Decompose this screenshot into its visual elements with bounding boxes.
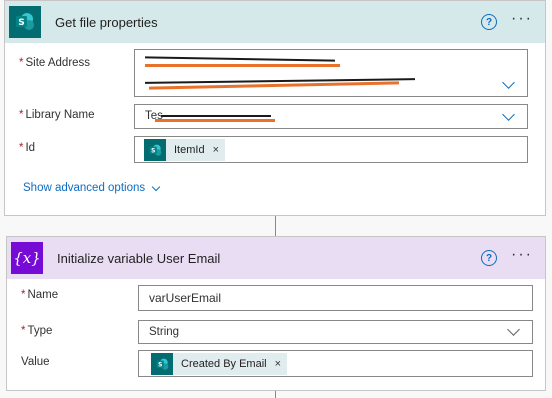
- card-header[interactable]: S Get file properties ? ···: [5, 1, 545, 43]
- dynamic-content-token[interactable]: S ItemId ×: [144, 139, 226, 161]
- action-title[interactable]: Initialize variable User Email: [57, 251, 220, 266]
- help-icon[interactable]: ?: [481, 250, 498, 266]
- chevron-down-icon[interactable]: [502, 76, 515, 89]
- sharepoint-icon: S: [151, 353, 173, 375]
- redaction-mark: [155, 119, 275, 122]
- variable-icon: {x}: [11, 242, 43, 274]
- name-label: * Name: [21, 289, 59, 301]
- action-title[interactable]: Get file properties: [55, 15, 158, 30]
- help-icon[interactable]: ?: [481, 14, 498, 30]
- card-header[interactable]: {x} Initialize variable User Email ? ···: [7, 237, 545, 279]
- get-file-properties-card[interactable]: S Get file properties ? ··· * Site Addres…: [4, 0, 546, 216]
- dynamic-content-token[interactable]: S Created By Email ×: [151, 353, 288, 375]
- library-name-label: * Library Name: [19, 109, 95, 121]
- sharepoint-icon: S: [144, 139, 166, 161]
- svg-text:S: S: [151, 148, 155, 154]
- flow-connector: [275, 391, 276, 398]
- id-field[interactable]: S ItemId ×: [134, 136, 528, 163]
- token-label: ItemId: [174, 144, 205, 156]
- chevron-down-icon[interactable]: [507, 323, 520, 336]
- site-address-label: * Site Address: [19, 57, 91, 69]
- remove-token-icon[interactable]: ×: [213, 144, 219, 156]
- more-options-icon[interactable]: ···: [511, 11, 533, 27]
- redaction-mark: [144, 56, 336, 62]
- flow-canvas: S Get file properties ? ··· * Site Addres…: [0, 0, 552, 398]
- variable-name-input[interactable]: varUserEmail: [138, 285, 533, 311]
- id-label: * Id: [19, 142, 36, 154]
- library-name-dropdown[interactable]: Tes: [134, 104, 528, 129]
- site-address-dropdown[interactable]: [134, 49, 528, 97]
- sharepoint-icon: S: [9, 6, 41, 38]
- more-options-icon[interactable]: ···: [511, 247, 533, 263]
- chevron-down-icon[interactable]: [502, 108, 515, 121]
- value-label: Value: [21, 356, 50, 368]
- token-label: Created By Email: [181, 358, 267, 370]
- svg-text:S: S: [18, 18, 24, 28]
- variable-value-field[interactable]: S Created By Email ×: [138, 350, 533, 377]
- type-label: * Type: [21, 325, 53, 337]
- chevron-down-icon: [151, 182, 161, 191]
- initialize-variable-card[interactable]: {x} Initialize variable User Email ? ···…: [6, 236, 546, 391]
- redaction-mark: [161, 115, 271, 117]
- variable-name-value: varUserEmail: [149, 291, 222, 305]
- variable-type-value: String: [149, 326, 180, 338]
- flow-connector: [275, 216, 276, 236]
- show-advanced-options-link[interactable]: Show advanced options: [23, 182, 161, 194]
- svg-text:S: S: [158, 362, 162, 368]
- remove-token-icon[interactable]: ×: [275, 358, 281, 370]
- variable-type-dropdown[interactable]: String: [138, 320, 533, 344]
- redaction-mark: [145, 64, 340, 67]
